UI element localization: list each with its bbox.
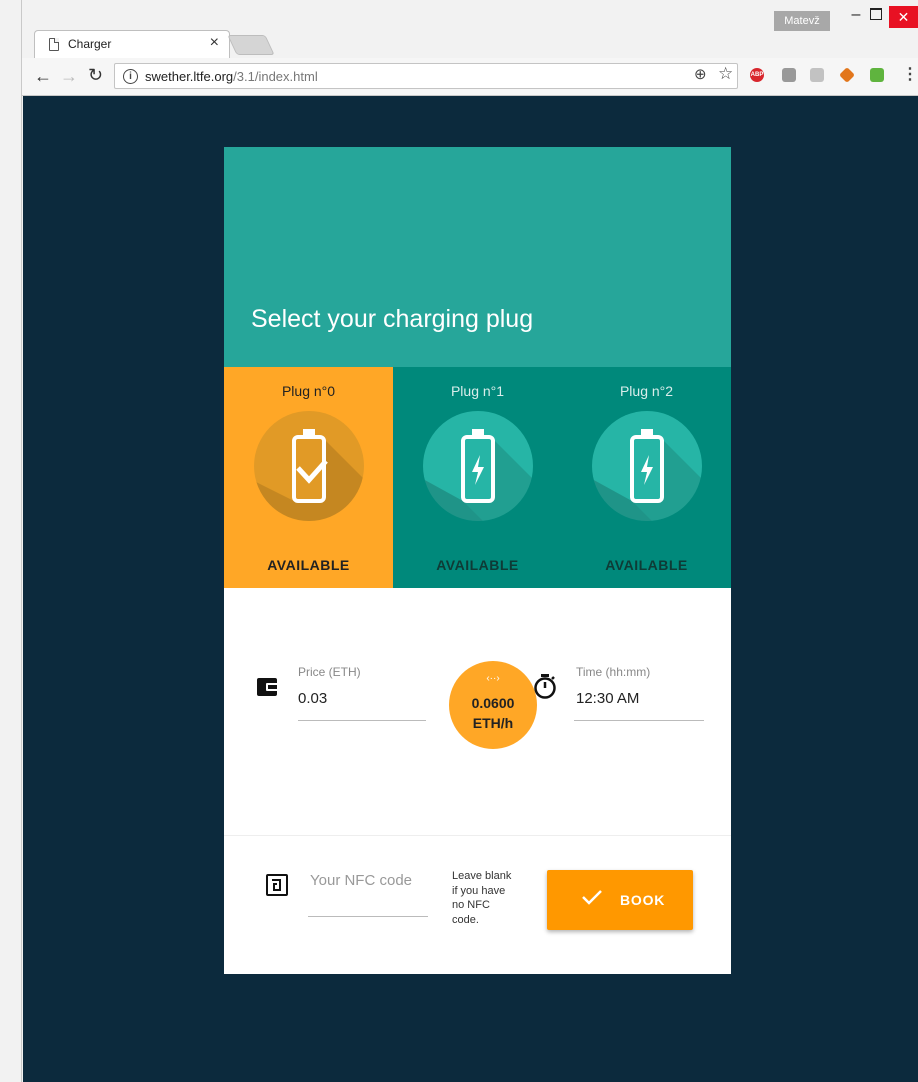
book-button[interactable]: BOOK bbox=[547, 870, 693, 930]
header-banner: Select your charging plug bbox=[224, 147, 731, 367]
tab-title: Charger bbox=[68, 37, 112, 51]
nfc-code-input[interactable] bbox=[308, 871, 432, 890]
plug-title: Plug n°2 bbox=[619, 383, 674, 399]
plug-title: Plug n°1 bbox=[450, 383, 505, 399]
wallet-icon bbox=[257, 678, 279, 696]
check-icon bbox=[582, 890, 602, 905]
time-label: Time (hh:mm) bbox=[576, 665, 651, 679]
profile-button[interactable]: Matevž bbox=[774, 11, 830, 31]
metamask-icon[interactable] bbox=[839, 67, 855, 83]
nfc-help-text: Leave blank if you have no NFC code. bbox=[452, 870, 512, 926]
zoom-icon[interactable]: ⊕ bbox=[694, 65, 707, 83]
plug-status: AVAILABLE bbox=[436, 557, 519, 573]
url-text[interactable]: swether.ltfe.org/3.1/index.html bbox=[145, 69, 318, 84]
nfc-section: Leave blank if you have no NFC code. BOO… bbox=[224, 836, 731, 974]
battery-charging-icon bbox=[423, 411, 533, 521]
plug-title: Plug n°0 bbox=[281, 383, 336, 399]
price-label: Price (ETH) bbox=[298, 665, 361, 679]
browser-tab[interactable]: Charger × bbox=[34, 30, 230, 58]
minimize-icon[interactable]: – bbox=[846, 6, 866, 26]
plug-selector: Plug n°0 AVAILABLE Plug n°1 AVAILABLE Pl… bbox=[224, 367, 731, 588]
browser-toolbar: ← → ↻ i swether.ltfe.org/3.1/index.html … bbox=[22, 58, 918, 96]
time-input[interactable]: 12:30 AM bbox=[576, 690, 639, 707]
back-arrow-icon[interactable]: ← bbox=[34, 66, 52, 87]
timer-icon bbox=[534, 674, 556, 699]
rate-display[interactable]: ‹··› 0.0600 ETH/h bbox=[449, 661, 537, 749]
nfc-underline bbox=[308, 916, 428, 917]
address-bar[interactable]: i swether.ltfe.org/3.1/index.html bbox=[114, 63, 738, 89]
abp-icon[interactable]: ABP bbox=[750, 68, 764, 82]
plug-status: AVAILABLE bbox=[605, 557, 688, 573]
page-icon bbox=[49, 38, 59, 51]
charger-card: Select your charging plug Plug n°0 AVAIL… bbox=[224, 147, 731, 974]
book-button-label: BOOK bbox=[620, 892, 666, 908]
rate-value: 0.0600 ETH/h bbox=[471, 695, 515, 731]
time-underline bbox=[574, 720, 704, 721]
price-underline bbox=[298, 720, 426, 721]
page-title: Select your charging plug bbox=[251, 305, 534, 333]
booking-parameters: Price (ETH) 0.03 ‹··› 0.0600 ETH/h Time (… bbox=[224, 588, 731, 836]
plug-card-1[interactable]: Plug n°1 AVAILABLE bbox=[393, 367, 562, 588]
forward-arrow-icon[interactable]: → bbox=[60, 66, 78, 87]
pdf-icon[interactable] bbox=[810, 68, 824, 82]
window-frame bbox=[0, 0, 22, 1082]
reload-icon[interactable]: ↻ bbox=[88, 65, 103, 86]
battery-check-icon bbox=[254, 411, 364, 521]
plug-card-0[interactable]: Plug n°0 AVAILABLE bbox=[224, 367, 393, 588]
swap-icon: ‹··› bbox=[486, 673, 500, 684]
extension-icon[interactable] bbox=[782, 68, 796, 82]
price-input[interactable]: 0.03 bbox=[298, 690, 327, 707]
bookmark-star-icon[interactable]: ☆ bbox=[718, 64, 733, 84]
nfc-icon bbox=[266, 874, 288, 896]
window-close-icon[interactable]: ✕ bbox=[889, 6, 918, 28]
page-viewport: Select your charging plug Plug n°0 AVAIL… bbox=[23, 96, 918, 1082]
plug-status: AVAILABLE bbox=[267, 557, 350, 573]
plug-card-2[interactable]: Plug n°2 AVAILABLE bbox=[562, 367, 731, 588]
info-icon[interactable]: i bbox=[123, 69, 138, 84]
maximize-icon[interactable] bbox=[870, 8, 882, 20]
tab-close-icon[interactable]: × bbox=[210, 34, 219, 52]
menu-icon[interactable]: ⋮ bbox=[902, 64, 918, 84]
battery-charging-icon bbox=[592, 411, 702, 521]
print-icon[interactable] bbox=[870, 68, 884, 82]
